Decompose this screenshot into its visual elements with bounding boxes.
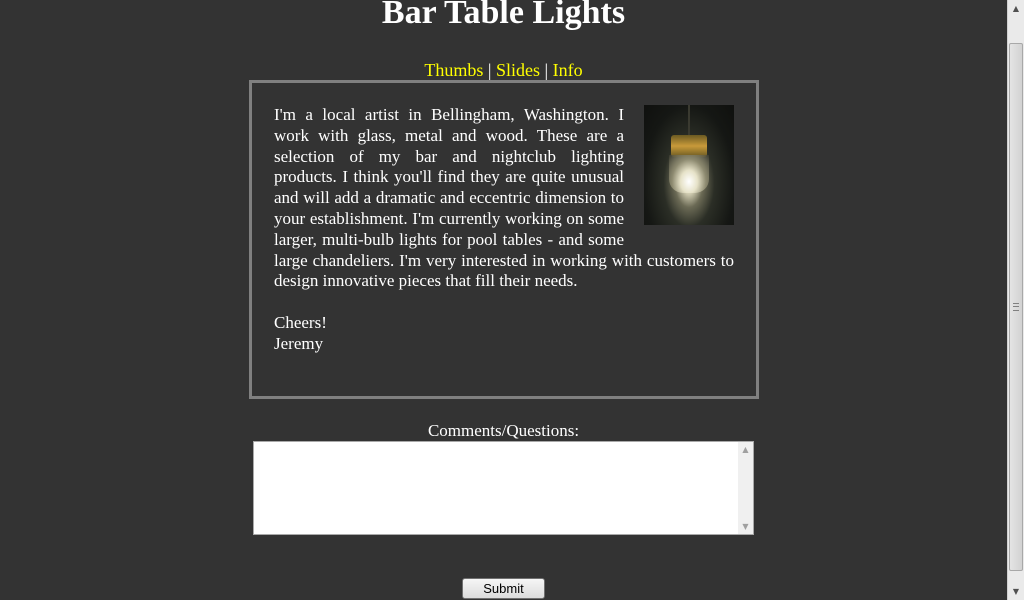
page-title: Bar Table Lights bbox=[381, 0, 626, 31]
nav-separator: | bbox=[544, 60, 549, 80]
arrow-down-icon[interactable]: ▼ bbox=[738, 519, 753, 534]
pendant-lamp-photo bbox=[644, 105, 734, 225]
scrollbar-grip-icon bbox=[1013, 303, 1019, 311]
arrow-up-icon[interactable]: ▲ bbox=[738, 442, 753, 457]
comments-scrollbar[interactable]: ▲ ▼ bbox=[738, 442, 753, 534]
lamp-glass bbox=[669, 155, 709, 193]
page-scrollbar[interactable]: ▲ ▼ bbox=[1007, 0, 1024, 600]
comments-field-wrapper: ▲ ▼ bbox=[253, 441, 754, 535]
lamp-cord bbox=[688, 105, 690, 135]
nav-link-slides[interactable]: Slides bbox=[496, 60, 540, 80]
nav-separator: | bbox=[487, 60, 492, 80]
scroll-down-icon[interactable]: ▼ bbox=[1008, 583, 1024, 600]
info-box: I'm a local artist in Bellingham, Washin… bbox=[249, 80, 759, 399]
comments-label: Comments/Questions: bbox=[427, 421, 580, 440]
submit-button[interactable]: Submit bbox=[462, 578, 545, 599]
lamp-bottle-label bbox=[671, 135, 707, 157]
scroll-up-icon[interactable]: ▲ bbox=[1008, 0, 1024, 17]
nav-bar: Thumbs | Slides | Info bbox=[0, 59, 1007, 81]
nav-link-thumbs[interactable]: Thumbs bbox=[424, 60, 483, 80]
scrollbar-thumb[interactable] bbox=[1009, 43, 1023, 571]
info-closing: Cheers! bbox=[274, 312, 327, 332]
page: Bar Table Lights Thumbs | Slides | Info … bbox=[0, 0, 1007, 600]
info-content: I'm a local artist in Bellingham, Washin… bbox=[274, 105, 734, 355]
nav-link-info[interactable]: Info bbox=[553, 60, 583, 80]
info-signature: Jeremy bbox=[274, 333, 324, 353]
comments-input[interactable] bbox=[254, 442, 738, 534]
